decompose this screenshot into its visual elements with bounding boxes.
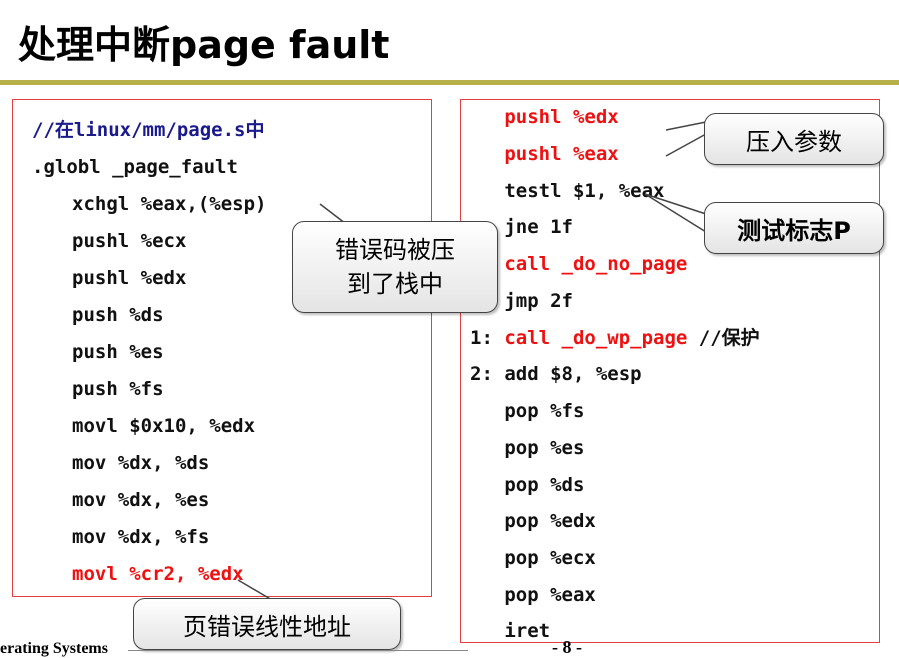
pointer-test-flag: [644, 193, 707, 215]
pointer-test-flag-2: [644, 193, 707, 233]
callout-page-fault-addr: 页错误线性地址: [133, 598, 401, 650]
footer-divider: [128, 650, 468, 651]
callout-push-params: 压入参数: [704, 113, 884, 165]
callout-error-code: 错误码被压 到了栈中: [292, 221, 498, 313]
callout-test-flag: 测试标志P: [704, 202, 884, 254]
callout-pointers: [237, 121, 707, 601]
page-number: - 8 -: [552, 637, 582, 657]
pointer-page-fault-addr: [237, 579, 273, 601]
pointer-push-params-2: [665, 133, 707, 157]
footer-course-name: erating Systems: [0, 640, 108, 657]
pointer-push-params: [665, 121, 707, 131]
